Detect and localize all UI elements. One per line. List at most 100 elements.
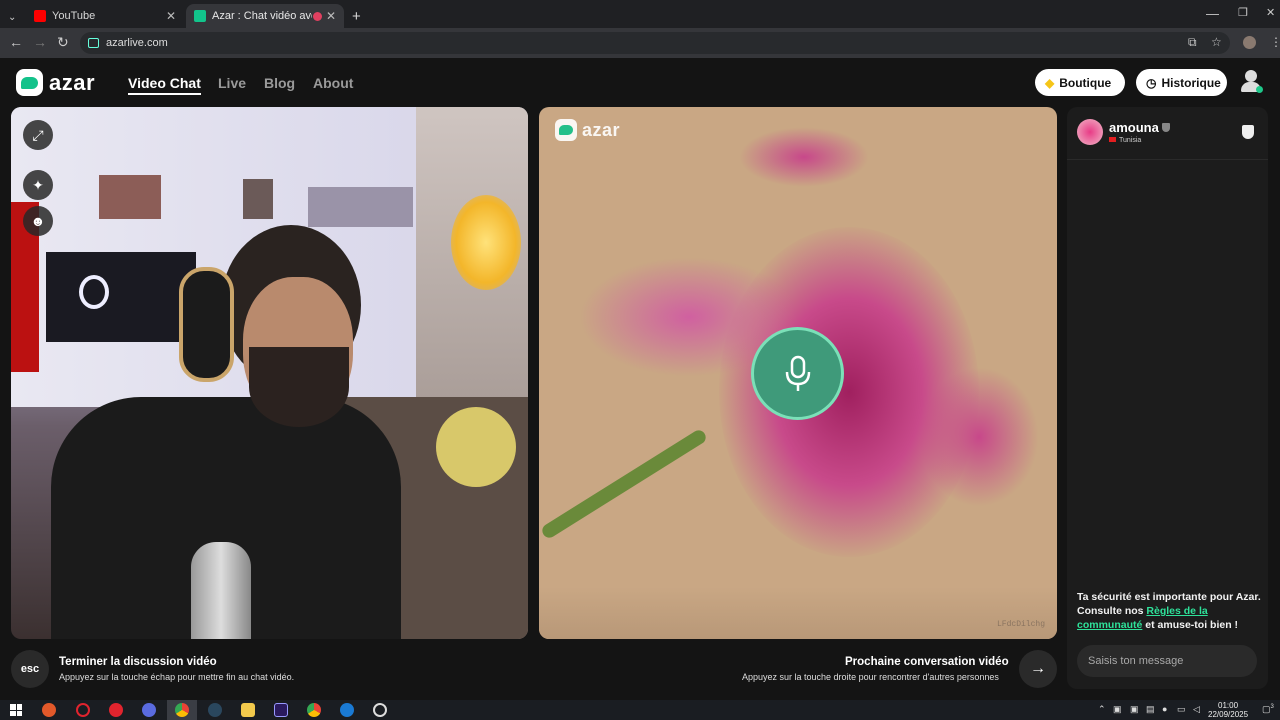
azar-logo-icon bbox=[555, 119, 577, 141]
recording-icon bbox=[313, 11, 322, 21]
youtube-icon bbox=[34, 10, 46, 22]
url-text: azarlive.com bbox=[106, 37, 168, 49]
peer-country-label: Tunisia bbox=[1119, 137, 1142, 144]
tv-ring-light bbox=[79, 275, 109, 309]
user-account-icon[interactable] bbox=[1240, 70, 1263, 94]
nav-live[interactable]: Live bbox=[218, 75, 246, 91]
boutique-label: Boutique bbox=[1059, 75, 1112, 90]
arrow-right-icon: → bbox=[1030, 660, 1046, 677]
logo-text: azar bbox=[49, 69, 96, 95]
steam-icon[interactable] bbox=[208, 703, 222, 717]
expand-icon: ⤢ bbox=[32, 126, 44, 143]
azar-logo-icon bbox=[16, 69, 43, 96]
bookmark-star-icon[interactable]: ☆ bbox=[1211, 35, 1222, 49]
clock-icon: ◷ bbox=[1146, 75, 1157, 90]
new-tab-button[interactable]: + bbox=[344, 4, 368, 28]
wall-poster bbox=[99, 175, 161, 219]
site-info-icon[interactable] bbox=[88, 38, 99, 48]
expand-button[interactable]: ⤢ bbox=[23, 120, 53, 150]
forward-button[interactable]: → bbox=[33, 34, 47, 50]
flower-petal bbox=[919, 367, 1039, 507]
chrome-icon[interactable] bbox=[175, 703, 189, 717]
close-tab-icon[interactable]: ✕ bbox=[326, 9, 336, 23]
local-video: ⤢ ✦ ☻ bbox=[11, 107, 528, 639]
divider bbox=[1067, 159, 1268, 160]
next-chat-title: Prochaine conversation vidéo bbox=[845, 656, 1009, 668]
boutique-button[interactable]: ◆ Boutique bbox=[1035, 69, 1125, 96]
close-tab-icon[interactable]: ✕ bbox=[166, 9, 176, 23]
end-chat-title: Terminer la discussion vidéo bbox=[59, 656, 217, 668]
profile-avatar[interactable] bbox=[1243, 36, 1256, 49]
windows-start-icon[interactable] bbox=[10, 704, 22, 716]
microphone-icon bbox=[785, 355, 810, 391]
wall-poster bbox=[243, 179, 273, 219]
message-input[interactable] bbox=[1077, 645, 1257, 677]
remote-video: azar LFdcDilchg bbox=[539, 107, 1057, 639]
system-clock[interactable]: 01:00 22/09/2025 bbox=[1208, 701, 1248, 719]
effects-button[interactable]: ✦ bbox=[23, 170, 53, 200]
azar-page: azar Video Chat Live Blog About ◆ Boutiq… bbox=[0, 58, 1280, 700]
end-chat-hint: Appuyez sur la touche échap pour mettre … bbox=[59, 672, 295, 682]
tray-app-icon[interactable]: ▣ bbox=[1130, 704, 1139, 715]
nav-video-chat[interactable]: Video Chat bbox=[128, 75, 201, 95]
opera-gx-icon[interactable] bbox=[76, 703, 90, 717]
firefox-icon[interactable] bbox=[42, 703, 56, 717]
peer-info[interactable]: amouna Tunisia bbox=[1077, 119, 1170, 145]
file-explorer-icon[interactable] bbox=[241, 703, 255, 717]
studio-microphone bbox=[191, 542, 251, 639]
tab-youtube[interactable]: YouTube ✕ bbox=[26, 4, 184, 28]
tray-app-icon[interactable]: ▣ bbox=[1113, 704, 1122, 715]
chat-panel: amouna Tunisia Ta sécurité est important… bbox=[1067, 107, 1268, 689]
clock-time: 01:00 bbox=[1218, 701, 1239, 710]
reload-button[interactable]: ↻ bbox=[57, 34, 69, 51]
tab-title: YouTube bbox=[52, 10, 96, 22]
flower-petal bbox=[739, 127, 869, 187]
safety-notice: Ta sécurité est importante pour Azar. Co… bbox=[1077, 590, 1261, 632]
microphone-tray-icon[interactable]: ● bbox=[1162, 704, 1167, 714]
flower-stem bbox=[539, 427, 709, 541]
url-field[interactable]: azarlive.com bbox=[80, 32, 1230, 54]
chrome-profile-icon[interactable] bbox=[307, 703, 321, 717]
install-app-icon[interactable]: ⧉ bbox=[1188, 35, 1197, 50]
peer-avatar[interactable] bbox=[1077, 119, 1103, 145]
back-button[interactable]: ← bbox=[9, 34, 23, 50]
face-filter-icon: ☻ bbox=[30, 213, 46, 229]
tray-app-icon[interactable]: ▤ bbox=[1146, 704, 1155, 715]
next-chat-button[interactable]: → bbox=[1019, 650, 1057, 688]
verified-badge-icon bbox=[1161, 123, 1170, 132]
peer-country: Tunisia bbox=[1109, 137, 1170, 144]
report-shield-icon[interactable] bbox=[1242, 125, 1254, 139]
stream-id: LFdcDilchg bbox=[996, 620, 1045, 629]
online-status-dot bbox=[1256, 86, 1263, 93]
azar-favicon-icon bbox=[194, 10, 206, 22]
browser-menu-icon[interactable]: ⋮ bbox=[1270, 35, 1280, 49]
historique-label: Historique bbox=[1161, 75, 1221, 90]
close-window-button[interactable]: ✕ bbox=[1266, 6, 1275, 19]
nav-blog[interactable]: Blog bbox=[264, 75, 295, 91]
azar-logo[interactable]: azar bbox=[16, 69, 95, 96]
tray-expand-icon[interactable]: ⌃ bbox=[1098, 704, 1106, 715]
nav-about[interactable]: About bbox=[313, 75, 353, 91]
premiere-pro-icon[interactable] bbox=[274, 703, 288, 717]
obs-icon[interactable] bbox=[373, 703, 387, 717]
tab-search-button[interactable]: ⌄ bbox=[0, 5, 28, 29]
headphones bbox=[179, 267, 234, 382]
network-icon[interactable]: ▭ bbox=[1177, 704, 1186, 715]
historique-button[interactable]: ◷ Historique bbox=[1136, 69, 1227, 96]
diamond-icon: ◆ bbox=[1045, 75, 1055, 90]
wall-tv bbox=[46, 252, 196, 342]
face-filter-button[interactable]: ☻ bbox=[23, 206, 53, 236]
app-icon[interactable] bbox=[340, 703, 354, 717]
tunisia-flag-icon bbox=[1109, 137, 1116, 142]
opera-icon[interactable] bbox=[109, 703, 123, 717]
notifications-icon[interactable]: ▢3 bbox=[1262, 704, 1274, 715]
tab-title: Azar : Chat vidéo avec de n bbox=[212, 10, 312, 22]
tab-azar[interactable]: Azar : Chat vidéo avec de n ✕ bbox=[186, 4, 344, 28]
clock-date: 22/09/2025 bbox=[1208, 710, 1249, 719]
minimize-button[interactable]: — bbox=[1206, 6, 1219, 21]
discord-icon[interactable] bbox=[142, 703, 156, 717]
plush-toy bbox=[436, 407, 516, 487]
volume-icon[interactable]: ◁ bbox=[1193, 704, 1200, 715]
maximize-button[interactable]: ❐ bbox=[1238, 6, 1248, 19]
end-chat-button[interactable]: esc bbox=[11, 650, 49, 688]
